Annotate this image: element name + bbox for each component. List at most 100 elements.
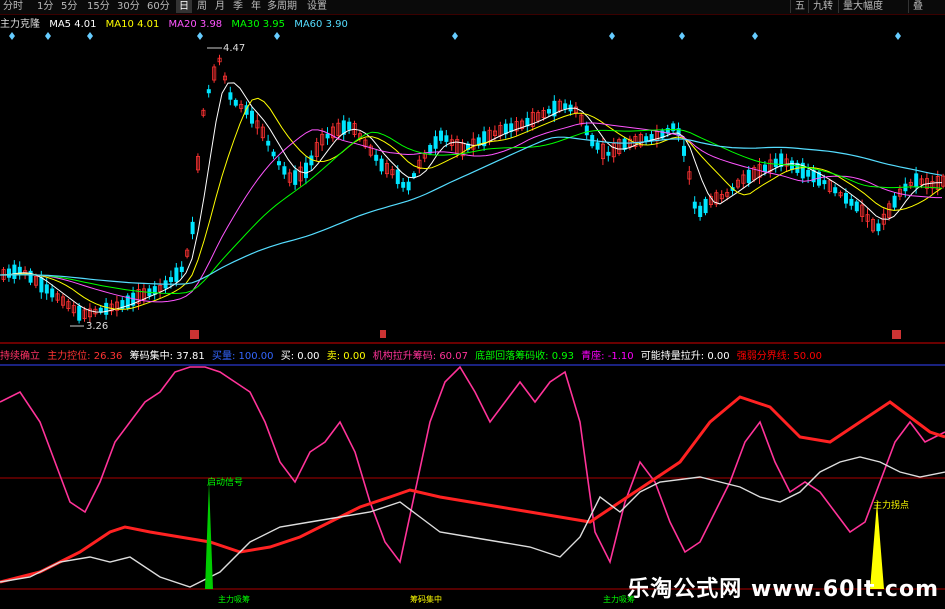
candlestick (222, 72, 227, 84)
candlestick (865, 208, 870, 228)
candlestick (347, 117, 352, 134)
candlestick (282, 161, 287, 179)
candlestick (714, 189, 719, 208)
candlestick (88, 303, 93, 323)
event-marker[interactable] (190, 330, 199, 339)
candlestick (768, 153, 773, 178)
candlestick (547, 105, 552, 117)
legend-buy-volume: 买量: 100.00 (211, 351, 274, 362)
candlestick (806, 163, 811, 183)
candlestick (514, 116, 519, 136)
candlestick (17, 261, 22, 280)
candlestick (417, 155, 422, 174)
candlestick (741, 170, 746, 189)
signal-label-a: 启动信号 (207, 476, 243, 488)
candlestick (552, 95, 557, 123)
tab-5min[interactable]: 5分 (58, 0, 80, 13)
event-marker[interactable] (380, 330, 386, 338)
ma10-legend: MA10 4.01 (105, 19, 160, 30)
high-price-label: 4.47 (223, 43, 245, 54)
candlestick (644, 132, 649, 145)
tab-30min[interactable]: 30分 (114, 0, 143, 13)
bottom-label-b: 筹码集中 (410, 594, 442, 604)
tab-quarter[interactable]: 季 (230, 0, 246, 13)
legend-buy: 买: 0.00 (280, 351, 320, 362)
candlestick (622, 136, 627, 152)
candlestick (325, 127, 330, 145)
candlestick (190, 216, 195, 240)
bottom-label-a: 主力吸筹 (218, 594, 250, 604)
right-button-nine[interactable]: 九转 (808, 0, 837, 13)
candlestick (61, 293, 66, 309)
green-signal-spike (205, 482, 213, 589)
candlestick (158, 278, 163, 299)
ma5-line (0, 82, 943, 313)
candlestick (471, 132, 476, 156)
candlestick (930, 175, 935, 195)
right-button-volume[interactable]: 量大幅度 (838, 0, 887, 13)
legend-possible-rise: 可能持量拉升: 0.00 (640, 351, 730, 362)
legend-green-seat: 青座: -1.10 (581, 351, 634, 362)
candlestick (833, 184, 838, 197)
candlestick (525, 111, 530, 133)
candlestick (374, 149, 379, 166)
candlestick (617, 137, 622, 156)
candlestick (433, 130, 438, 155)
signal-diamond (197, 32, 203, 40)
ma20-line (0, 122, 942, 303)
candlestick (298, 161, 303, 187)
event-markers (190, 330, 901, 339)
event-marker[interactable] (892, 330, 901, 339)
signal-diamond (609, 32, 615, 40)
right-button-overlay[interactable]: 叠 (908, 0, 927, 13)
signal-diamond (87, 32, 93, 40)
signal-diamond (452, 32, 458, 40)
signal-diamond (679, 32, 685, 40)
legend-bottom-chips: 底部回落筹码收: 0.93 (475, 351, 574, 362)
candlestick (800, 158, 805, 184)
signal-label-b: 主力拐点 (873, 499, 909, 511)
tab-15min[interactable]: 15分 (84, 0, 113, 13)
candlestick (703, 196, 708, 216)
period-toolbar: 分时 1分 5分 15分 30分 60分 日 周 月 季 年 多周期 设置 五 … (0, 0, 945, 15)
candlestick (368, 143, 373, 158)
tab-week[interactable]: 周 (194, 0, 210, 13)
tab-day[interactable]: 日 (176, 0, 192, 13)
candlestick (687, 166, 692, 185)
candlestick (563, 99, 568, 114)
candlestick (266, 134, 271, 152)
tab-year[interactable]: 年 (248, 0, 264, 13)
candlestick (212, 64, 217, 83)
candlestick (827, 178, 832, 194)
tab-60min[interactable]: 60分 (144, 0, 173, 13)
candlestick (438, 127, 443, 144)
candlestick (115, 295, 120, 317)
tab-month[interactable]: 月 (212, 0, 228, 13)
tab-intraday[interactable]: 分时 (0, 0, 26, 13)
tab-1min[interactable]: 1分 (34, 0, 56, 13)
candlestick (876, 219, 881, 236)
candlestick (606, 146, 611, 162)
indicator-name: 持续确立 (0, 351, 40, 362)
candlestick (671, 121, 676, 134)
ma20-legend: MA20 3.98 (168, 19, 223, 30)
price-chart[interactable]: 4.47 3.26 (0, 30, 945, 340)
candlestick (854, 199, 859, 214)
candlestick (104, 298, 109, 320)
candlestick (201, 108, 206, 118)
tab-settings[interactable]: 设置 (304, 0, 330, 13)
tab-multi-period[interactable]: 多周期 (264, 0, 300, 13)
candlestick (633, 133, 638, 150)
ma5-legend: MA5 4.01 (49, 19, 97, 30)
candlestick (363, 137, 368, 149)
right-button-5[interactable]: 五 (790, 0, 809, 13)
candlestick (719, 190, 724, 203)
candlestick (66, 298, 71, 312)
candlestick (579, 112, 584, 127)
candlestick (406, 177, 411, 195)
candlestick (125, 293, 130, 311)
candlestick (503, 119, 508, 139)
candlestick (12, 260, 17, 284)
panel-divider (0, 342, 945, 344)
candlestick (692, 196, 697, 215)
